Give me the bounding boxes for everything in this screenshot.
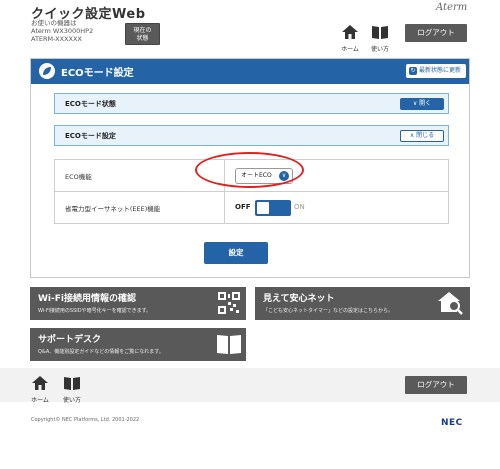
footer-home-nav[interactable]: ホーム (28, 375, 52, 404)
qr-code-icon (218, 292, 240, 314)
mieru-tile-subtitle: 「こども安心ネットタイマー」などの設定はこちらから。 (263, 308, 394, 314)
footer-nav: ホーム 使い方 ログアウト (0, 368, 500, 404)
wifi-info-tile[interactable]: Wi-Fi接続用情報の確認 Wi-Fi接続用のSSIDや暗号化キーを確認できます… (30, 287, 246, 320)
eee-function-cell: OFF ON (224, 191, 449, 224)
nec-logo: NEC (441, 418, 463, 428)
current-status-button[interactable]: 現在の 状態 (125, 23, 160, 45)
home-icon (342, 25, 358, 39)
close-section-button[interactable]: ∧ 閉じる (400, 130, 444, 142)
refresh-icon: ↻ (409, 67, 417, 75)
home-label: ホーム (341, 46, 359, 53)
eco-settings-section[interactable]: ECOモード設定 ∧ 閉じる (54, 125, 449, 146)
current-status-label-1: 現在の (133, 27, 152, 34)
card-title: ECOモード設定 (61, 68, 134, 79)
copyright: Copyright© NEC Platforms, Ltd. 2001-2022 (31, 417, 140, 423)
book-icon (372, 26, 388, 39)
highlight-circle (195, 152, 304, 188)
footer-logout-button[interactable]: ログアウト (405, 376, 467, 394)
open-label: 開く (419, 100, 432, 107)
eee-function-label: 省電力型イーサネット(EEE)機能 (54, 191, 225, 224)
leaf-icon (39, 63, 55, 79)
book-icon (217, 335, 241, 354)
table-row: 省電力型イーサネット(EEE)機能 OFF ON (54, 191, 449, 224)
device-model: Aterm WX3000HP2 (31, 27, 94, 35)
card-header: ECOモード設定 ↻ 最新状態に更新 (31, 59, 469, 84)
footer-help-nav[interactable]: 使い方 (60, 375, 84, 404)
open-section-button[interactable]: ∨ 開く (400, 98, 444, 110)
eee-toggle[interactable]: OFF ON (235, 199, 307, 216)
home-icon (32, 376, 48, 390)
current-status-label-2: 状態 (136, 35, 149, 42)
device-info-line: お使いの機器は (31, 19, 77, 27)
wifi-tile-subtitle: Wi-Fi接続用のSSIDや暗号化キーを確認できます。 (38, 308, 152, 314)
refresh-label: 最新状態に更新 (419, 67, 462, 74)
footer-home-label: ホーム (31, 397, 49, 404)
device-info: お使いの機器は Aterm WX3000HP2 ATERM-XXXXXX (31, 19, 93, 43)
device-name: ATERM-XXXXXX (31, 35, 82, 43)
eco-status-section[interactable]: ECOモード状態 ∨ 開く (54, 93, 449, 114)
header: クイック設定Web お使いの機器は Aterm WX3000HP2 ATERM-… (0, 0, 500, 53)
mieru-tile-title: 見えて安心ネット (263, 294, 335, 304)
toggle-on-label: ON (294, 202, 305, 211)
logout-button[interactable]: ログアウト (405, 24, 467, 42)
house-search-icon (438, 292, 463, 315)
toggle-off-label: OFF (235, 202, 251, 211)
mieru-anshin-tile[interactable]: 見えて安心ネット 「こども安心ネットタイマー」などの設定はこちらから。 (255, 287, 470, 320)
eco-settings-label: ECOモード設定 (65, 132, 116, 140)
apply-button[interactable]: 設定 (204, 242, 268, 264)
toggle-knob[interactable] (257, 201, 269, 214)
wifi-tile-title: Wi-Fi接続用情報の確認 (38, 294, 136, 304)
support-desk-tile[interactable]: サポートデスク Q&A、機能別設定ガイドなどの情報をご覧になれます。 (30, 328, 246, 361)
close-label: 閉じる (416, 132, 435, 139)
refresh-button[interactable]: ↻ 最新状態に更新 (406, 64, 466, 78)
book-icon (64, 377, 80, 390)
support-tile-subtitle: Q&A、機能別設定ガイドなどの情報をご覧になれます。 (38, 349, 164, 355)
aterm-logo: Aterm (436, 2, 468, 13)
help-label: 使い方 (370, 46, 389, 53)
help-nav[interactable]: 使い方 (368, 24, 392, 53)
footer-help-label: 使い方 (62, 397, 81, 404)
eco-status-label: ECOモード状態 (65, 100, 116, 108)
support-tile-title: サポートデスク (38, 335, 102, 345)
home-nav[interactable]: ホーム (338, 24, 362, 53)
